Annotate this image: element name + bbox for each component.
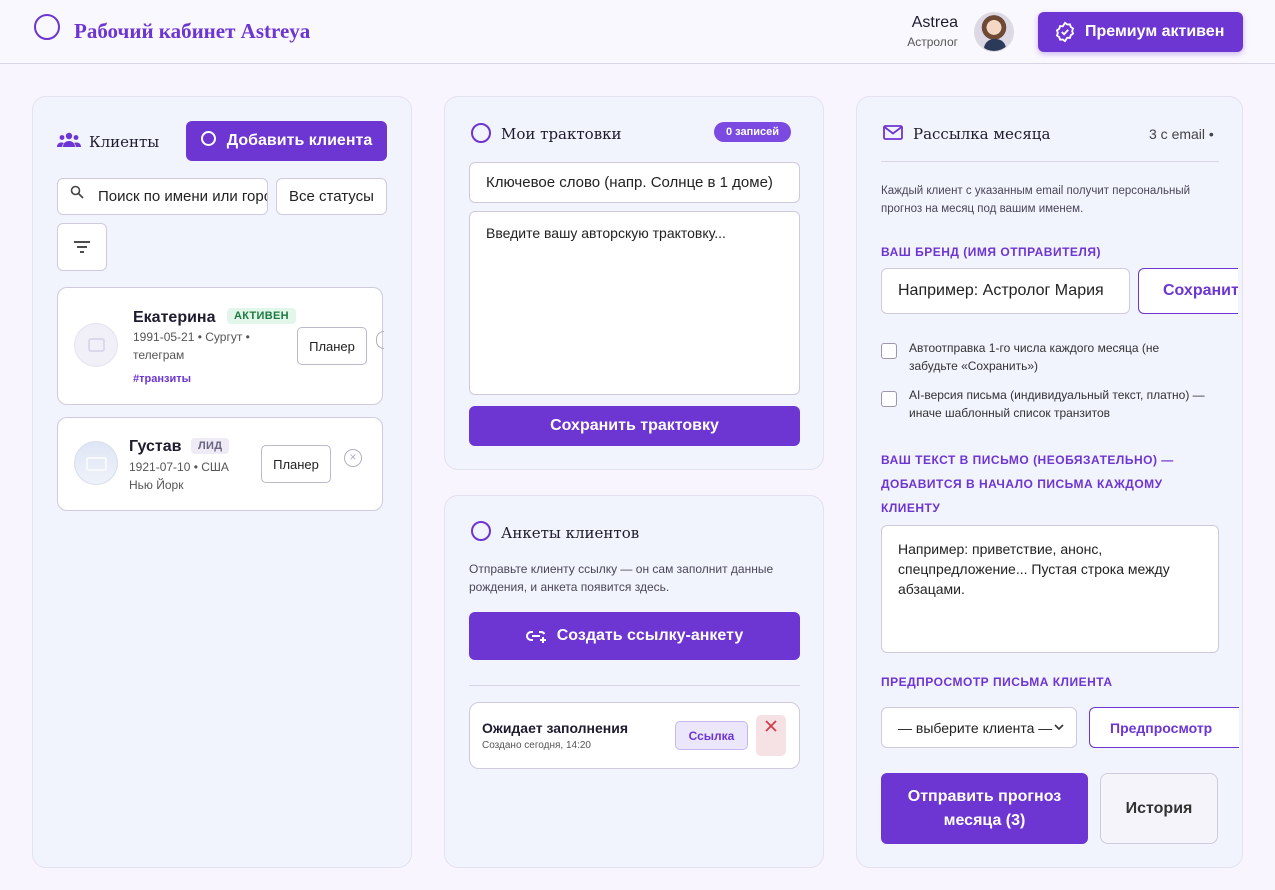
client-tag[interactable]: #транзиты [133,373,191,385]
close-icon[interactable]: × [344,449,362,467]
questionnaires-title: Анкеты клиентов [501,524,640,542]
close-icon [765,720,777,732]
divider [881,161,1219,162]
client-avatar [74,441,118,485]
interpretation-textarea[interactable]: Введите вашу авторскую трактовку... [469,211,800,395]
brand-input[interactable]: Например: Астролог Мария [881,268,1130,314]
preview-label-text: Предпросмотр [1110,719,1213,736]
status-filter-value: Все статусы [289,188,374,205]
client-meta-line2: телеграм [133,348,185,362]
logo-icon [34,14,60,40]
ai-version-label: AI-версия письма (индивидуальный текст, … [909,388,1205,420]
add-client-button[interactable]: Добавить клиента [186,121,387,161]
premium-button[interactable]: Премиум активен [1038,12,1243,52]
delete-button[interactable] [756,715,786,756]
count-badge: 0 записей [714,122,792,142]
status-filter-select[interactable]: Все статусы [276,178,387,215]
mailing-panel: Рассылка месяца 3 с email • Каждый клиен… [856,96,1243,868]
custom-text-label: ВАШ ТЕКСТ В ПИСЬМО (НЕОБЯЗАТЕЛЬНО) — ДОБ… [881,453,1174,515]
preview-label: ПРЕДПРОСМОТР ПИСЬМА КЛИЕНТА [881,675,1113,689]
circle-icon [200,130,216,146]
autosend-checkbox[interactable] [881,343,897,359]
close-icon[interactable] [376,331,384,349]
pending-created: Создано сегодня, 14:20 [482,740,591,751]
circle-icon [471,521,491,541]
chevron-down-icon [1054,724,1064,731]
save-brand-button[interactable]: Сохранить [1138,268,1238,314]
send-forecast-button[interactable]: Отправить прогноз месяца (3) [881,773,1088,844]
create-link-label: Создать ссылку-анкету [556,627,744,644]
search-placeholder: Поиск по имени или городу [98,188,267,205]
add-client-label: Добавить клиента [226,132,373,149]
planner-button[interactable]: Планер [297,327,367,365]
custom-text-textarea[interactable]: Например: приветствие, анонс, спецпредло… [881,525,1219,653]
pending-title: Ожидает заполнения [482,720,629,736]
questionnaires-hint: Отправьте клиенту ссылку — он сам заполн… [469,562,774,594]
create-link-button[interactable]: Создать ссылку-анкету [469,612,800,660]
brand-placeholder: Например: Астролог Мария [898,282,1104,299]
app-title: Рабочий кабинет Astreya [74,19,311,43]
filter-button[interactable] [57,223,107,271]
status-badge: АКТИВЕН [227,308,296,324]
mailing-description: Каждый клиент с указанным email получит … [881,185,1191,215]
status-badge: ЛИД [191,438,230,454]
circle-icon [471,123,491,143]
link-button[interactable]: Ссылка [675,721,748,750]
link-add-icon [525,631,546,643]
clients-panel: Клиенты Добавить клиента Поиск по имени … [32,96,412,868]
client-name: Густав [129,438,182,455]
filter-icon [74,241,90,253]
mail-icon [883,125,903,140]
send-forecast-label: Отправить прогноз месяца (3) [907,787,1062,829]
user-name: Astrea [911,14,958,31]
save-brand-label: Сохранить [1163,282,1238,299]
client-meta-line1: 1921-07-10 • США [129,460,229,474]
interpretations-panel: Мои трактовки 0 записей Ключевое слово (… [444,96,824,470]
client-select-value: — выберите клиента — [898,719,1053,736]
pending-questionnaire-card: Ожидает заполнения Создано сегодня, 14:2… [469,702,800,769]
custom-text-placeholder: Например: приветствие, анонс, спецпредло… [898,541,1170,597]
client-avatar [74,323,118,367]
client-select[interactable]: — выберите клиента — [881,707,1077,748]
client-name: Екатерина [133,309,216,326]
client-meta-line1: 1991-05-21 • Сургут • [133,330,250,344]
interpretations-title: Мои трактовки [501,125,622,143]
mailing-title: Рассылка месяца [913,125,1051,143]
search-icon [70,185,84,199]
app-header: Рабочий кабинет Astreya Astrea Астролог … [0,0,1275,64]
user-avatar[interactable] [974,12,1014,52]
planner-button[interactable]: Планер [261,445,331,483]
users-icon [57,132,81,147]
clients-title: Клиенты [89,133,160,151]
client-card-ekaterina[interactable]: Екатерина АКТИВЕН 1991-05-21 • Сургут • … [57,287,384,405]
autosend-label: Автоотправка 1-го числа каждого месяца (… [909,341,1160,373]
keyword-input[interactable]: Ключевое слово (напр. Солнце в 1 доме) [469,162,800,203]
client-card-gustav[interactable]: Густав ЛИД 1921-07-10 • США Нью Йорк Пла… [57,417,383,511]
ai-version-checkbox[interactable] [881,391,897,407]
email-count: 3 с email • [1149,126,1214,142]
divider [469,685,800,686]
brand-label: ВАШ БРЕНД (ИМЯ ОТПРАВИТЕЛЯ) [881,245,1101,259]
save-interpretation-button[interactable]: Сохранить трактовку [469,406,800,446]
history-button[interactable]: История [1100,773,1218,844]
keyword-placeholder: Ключевое слово (напр. Солнце в 1 доме) [486,174,773,191]
interpretation-placeholder: Введите вашу авторскую трактовку... [486,225,726,241]
search-input[interactable]: Поиск по имени или городу [57,178,268,215]
user-role: Астролог [907,35,958,49]
premium-label: Премиум активен [1085,23,1225,40]
badge-check-icon [1055,21,1075,43]
questionnaires-panel: Анкеты клиентов Отправьте клиенту ссылку… [444,495,824,868]
client-meta-line2: Нью Йорк [129,478,184,492]
preview-button[interactable]: Предпросмотр [1089,707,1239,748]
